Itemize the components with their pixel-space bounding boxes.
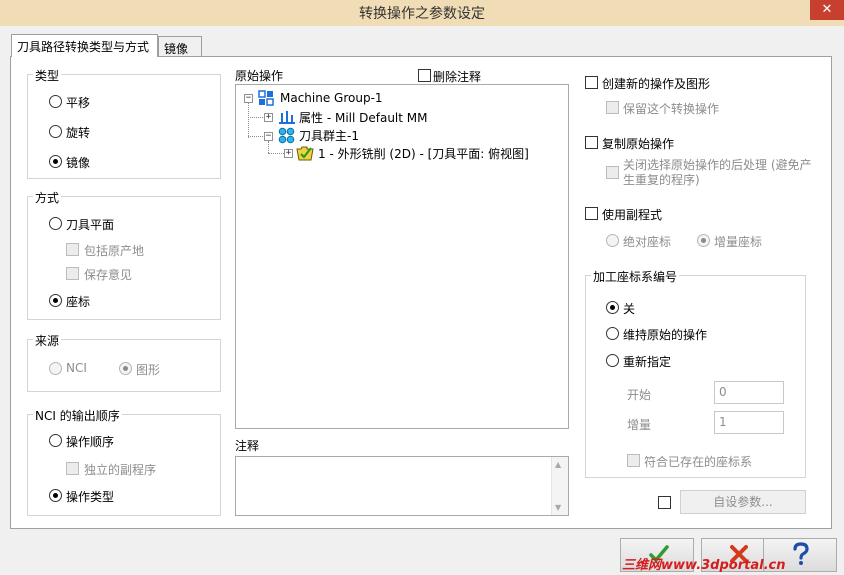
collapse-group-icon[interactable]: −	[264, 132, 273, 141]
tree-item-machine-group[interactable]: Machine Group-1	[280, 91, 383, 105]
checkbox-keep-transform-label: 保留这个转换操作	[623, 102, 720, 116]
tree-item-operation[interactable]: 1 - 外形铣削 (2D) - [刀具平面: 俯视图]	[318, 145, 529, 162]
source-group-label: 来源	[33, 332, 62, 349]
tree-connector	[248, 136, 263, 137]
machine-group-icon	[258, 90, 274, 106]
help-icon	[790, 542, 812, 569]
expand-props-icon[interactable]: +	[264, 113, 273, 122]
radio-rotate-label: 旋转	[66, 126, 91, 140]
radio-absolute[interactable]	[606, 234, 619, 247]
radio-absolute-label: 绝对座标	[623, 235, 672, 249]
collapse-root-icon[interactable]: −	[244, 94, 253, 103]
checkbox-keep-intent-label: 保存意见	[84, 268, 133, 282]
radio-wcs-reassign[interactable]	[606, 354, 619, 367]
radio-rotate[interactable]	[49, 125, 62, 138]
radio-op-order-label: 操作顺序	[66, 435, 115, 449]
tool-group-icon	[278, 127, 295, 144]
increment-label: 增量	[627, 418, 652, 432]
tree-connector	[268, 141, 269, 153]
window-title: 转换操作之参数设定	[359, 6, 485, 22]
checkbox-include-origin[interactable]	[66, 243, 79, 256]
radio-coords[interactable]	[49, 294, 62, 307]
radio-wcs-off-label: 关	[623, 302, 636, 316]
checkbox-copy-original[interactable]	[585, 136, 598, 149]
checkbox-keep-intent[interactable]	[66, 267, 79, 280]
radio-wcs-keep[interactable]	[606, 327, 619, 340]
tree-connector	[248, 117, 263, 118]
checkbox-match-existing-label: 符合已存在的座标系	[644, 455, 753, 469]
operation-icon	[296, 145, 314, 161]
checkbox-disable-post[interactable]	[606, 166, 619, 179]
radio-incremental[interactable]	[697, 234, 710, 247]
notes-textarea[interactable]	[235, 456, 569, 516]
radio-coords-label: 座标	[66, 295, 91, 309]
radio-graphics-label: 图形	[136, 363, 161, 377]
checkbox-delete-notes-label: 删除注释	[433, 70, 482, 84]
tree-connector	[248, 103, 249, 138]
method-group-label: 方式	[33, 189, 62, 206]
tab-transform-type[interactable]: 刀具路径转换类型与方式	[11, 34, 158, 57]
radio-nci[interactable]	[49, 362, 62, 375]
notes-label: 注释	[235, 439, 260, 453]
tab-mirror[interactable]: 镜像	[158, 36, 202, 57]
radio-graphics[interactable]	[119, 362, 132, 375]
radio-nci-label: NCI	[66, 361, 87, 375]
checkbox-create-new[interactable]	[585, 76, 598, 89]
checkbox-match-existing[interactable]	[627, 454, 640, 467]
checkbox-separate-sub[interactable]	[66, 462, 79, 475]
custom-params-button[interactable]: 自设参数...	[680, 490, 806, 514]
start-input[interactable]: 0	[714, 381, 784, 404]
radio-wcs-off[interactable]	[606, 301, 619, 314]
checkbox-custom-params[interactable]	[658, 496, 671, 509]
radio-tool-plane-label: 刀具平面	[66, 218, 115, 232]
radio-wcs-keep-label: 维持原始的操作	[623, 328, 708, 342]
checkbox-copy-original-label: 复制原始操作	[602, 137, 675, 151]
watermark: 三维网www.3dportal.cn	[622, 558, 786, 573]
scroll-down-icon[interactable]: ▼	[555, 503, 561, 512]
checkbox-delete-notes[interactable]	[418, 69, 431, 82]
type-group-label: 类型	[33, 67, 62, 84]
start-label: 开始	[627, 388, 652, 402]
checkbox-keep-transform[interactable]	[606, 101, 619, 114]
wcs-group-label: 加工座标系编号	[591, 268, 680, 285]
increment-input[interactable]: 1	[714, 411, 784, 434]
checkbox-create-new-label: 创建新的操作及图形	[602, 77, 711, 91]
tree-item-tool-group[interactable]: 刀具群主-1	[299, 127, 359, 144]
checkbox-use-subprogram[interactable]	[585, 207, 598, 220]
radio-mirror[interactable]	[49, 155, 62, 168]
checkbox-disable-post-label: 关闭选择原始操作的后处理 (避免产生重复的程序)	[623, 158, 812, 187]
radio-wcs-reassign-label: 重新指定	[623, 355, 672, 369]
scroll-up-icon[interactable]: ▲	[555, 460, 561, 469]
close-button[interactable]: ✕	[810, 0, 844, 20]
properties-icon	[279, 109, 295, 125]
radio-translate-label: 平移	[66, 96, 91, 110]
radio-incremental-label: 增量座标	[714, 235, 763, 249]
checkbox-separate-sub-label: 独立的副程序	[84, 463, 157, 477]
radio-op-type-label: 操作类型	[66, 490, 115, 504]
tree-item-properties[interactable]: 属性 - Mill Default MM	[299, 109, 428, 126]
tree-connector	[268, 153, 284, 154]
radio-mirror-label: 镜像	[66, 156, 91, 170]
nci-order-group-label: NCI 的输出顺序	[33, 407, 122, 424]
radio-op-order[interactable]	[49, 434, 62, 447]
checkbox-include-origin-label: 包括原产地	[84, 244, 145, 258]
original-ops-label: 原始操作	[235, 69, 284, 83]
radio-tool-plane[interactable]	[49, 217, 62, 230]
checkbox-use-subprogram-label: 使用副程式	[602, 208, 663, 222]
expand-op-icon[interactable]: +	[284, 149, 293, 158]
radio-op-type[interactable]	[49, 489, 62, 502]
radio-translate[interactable]	[49, 95, 62, 108]
